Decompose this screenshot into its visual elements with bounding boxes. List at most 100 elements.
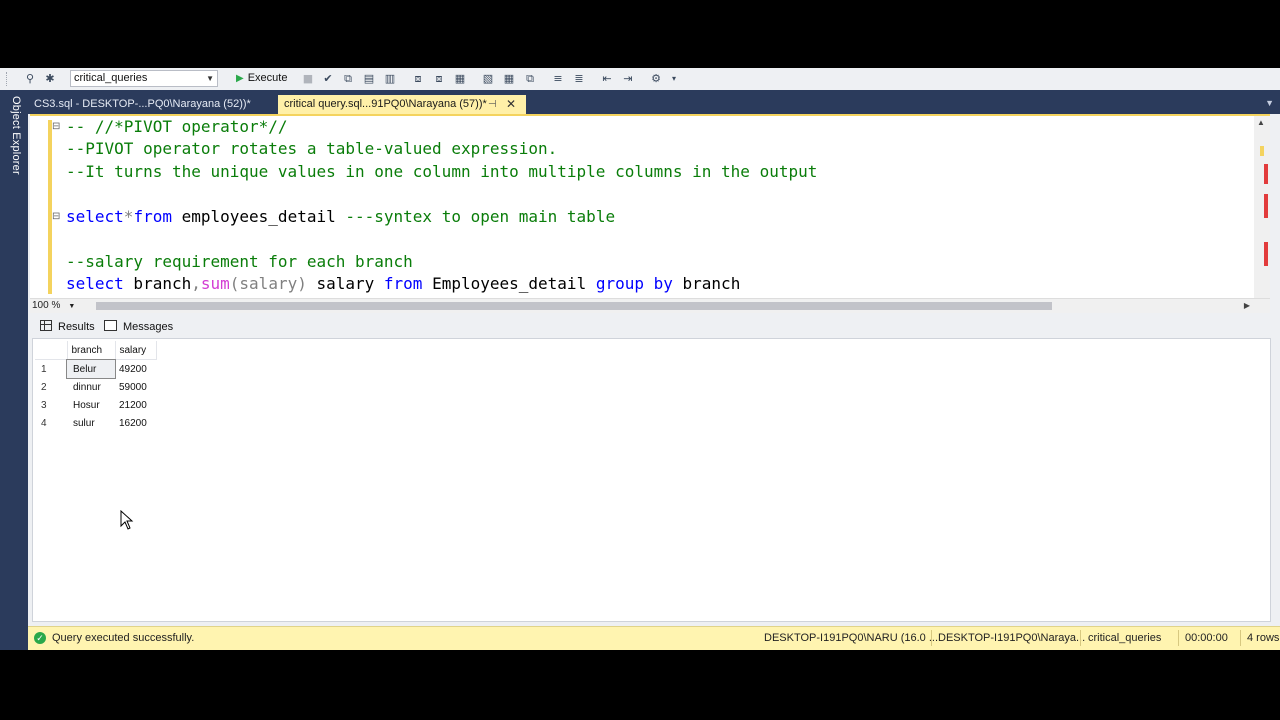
results-tab-bar: Results Messages xyxy=(30,314,1270,338)
cell-branch[interactable]: Hosur xyxy=(67,396,115,414)
ssms-window: ⚲ ✱ critical_queries ▼ ▶ Execute ■ ✔ ⧉ ▤ … xyxy=(0,68,1280,650)
query-options-icon[interactable]: ▤ xyxy=(361,71,377,87)
error-marker xyxy=(1264,164,1268,184)
database-dropdown-value: critical_queries xyxy=(74,72,148,84)
intellisense-icon[interactable]: ▥ xyxy=(382,71,398,87)
play-icon: ▶ xyxy=(236,73,244,84)
vertical-scrollbar[interactable]: ▲ xyxy=(1254,116,1270,298)
tab-label: critical query.sql...91PQ0\Narayana (57)… xyxy=(284,98,487,110)
toolbar-grip[interactable] xyxy=(6,72,11,86)
success-check-icon: ✓ xyxy=(34,632,46,644)
inline-comment: ---syntex to open main table xyxy=(345,207,616,226)
zoom-dropdown[interactable]: 100 % ▼ xyxy=(30,299,90,313)
argument-salary: (salary) xyxy=(229,274,307,293)
toolbar-overflow-icon[interactable]: ▾ xyxy=(666,71,682,87)
editor-zoom-bar: 100 % ▼ ▶ xyxy=(30,298,1270,313)
specify-values-icon[interactable]: ⚙ xyxy=(648,71,664,87)
code-line-1[interactable]: -- //*PIVOT operator*// xyxy=(66,116,288,138)
alias-salary: salary xyxy=(306,274,384,293)
results-to-grid-icon[interactable]: ▦ xyxy=(501,71,517,87)
tab-critical-query-sql[interactable]: critical query.sql...91PQ0\Narayana (57)… xyxy=(278,95,526,114)
code-line-5[interactable]: select*from employees_detail ---syntex t… xyxy=(66,206,615,228)
query-editor[interactable]: ⊟ ⊟ -- //*PIVOT operator*// --PIVOT oper… xyxy=(30,114,1270,300)
identifier-branch: branch xyxy=(123,274,192,293)
status-divider xyxy=(931,630,932,646)
chevron-down-icon[interactable]: ▼ xyxy=(1265,98,1274,108)
code-line-8[interactable]: select branch,sum(salary) salary from Em… xyxy=(66,273,740,295)
parse-checkmark-icon[interactable]: ✔ xyxy=(320,71,336,87)
row-number[interactable]: 1 xyxy=(35,360,67,379)
change-marker xyxy=(1260,146,1264,156)
messages-icon xyxy=(104,320,117,331)
keyword-group-by: group by xyxy=(595,274,673,293)
comment-lines-icon[interactable]: ≡ xyxy=(550,71,566,87)
horizontal-scroll-thumb[interactable] xyxy=(96,302,1052,310)
live-stats-icon[interactable]: ⧈ xyxy=(431,71,447,87)
tab-cs3-sql[interactable]: CS3.sql - DESKTOP-...PQ0\Narayana (52))* xyxy=(28,95,257,114)
change-tracking-bar xyxy=(48,120,52,294)
error-marker xyxy=(1264,242,1268,266)
cell-branch[interactable]: sulur xyxy=(67,414,115,432)
table-row[interactable]: 1 Belur 49200 xyxy=(35,358,156,379)
estimated-plan-icon[interactable]: ⧉ xyxy=(340,71,356,87)
database-dropdown[interactable]: critical_queries ▼ xyxy=(70,70,218,87)
table-row[interactable]: 3 Hosur 21200 xyxy=(35,396,156,414)
tab-messages[interactable]: Messages xyxy=(98,318,179,336)
code-line-7[interactable]: --salary requirement for each branch xyxy=(66,251,413,273)
pin-icon[interactable]: ⊣ xyxy=(488,95,497,114)
cell-branch[interactable]: Belur xyxy=(66,358,116,379)
chevron-down-icon: ▼ xyxy=(206,74,214,83)
stop-icon[interactable]: ■ xyxy=(300,71,316,87)
wrench-icon[interactable]: ⚲ xyxy=(22,71,38,87)
results-to-file-icon[interactable]: ⧉ xyxy=(522,71,538,87)
client-stats-icon[interactable]: ▦ xyxy=(452,71,468,87)
zoom-value: 100 % xyxy=(32,300,61,311)
identifier-table: employees_detail xyxy=(171,207,346,226)
cell-salary[interactable]: 16200 xyxy=(115,414,156,432)
status-database: critical_queries xyxy=(1088,632,1162,644)
object-explorer-sidebar[interactable]: Object Explorer xyxy=(0,90,28,650)
status-divider xyxy=(1178,630,1179,646)
collapse-icon[interactable]: ⊟ xyxy=(52,211,60,222)
uncomment-lines-icon[interactable]: ≣ xyxy=(571,71,587,87)
error-marker xyxy=(1264,194,1268,218)
actual-plan-icon[interactable]: ⧈ xyxy=(410,71,426,87)
table-row[interactable]: 2 dinnur 59000 xyxy=(35,378,156,396)
code-line-2[interactable]: --PIVOT operator rotates a table-valued … xyxy=(66,138,557,160)
column-header-branch[interactable]: branch xyxy=(67,341,116,360)
row-number[interactable]: 2 xyxy=(35,378,67,396)
close-icon[interactable]: ✕ xyxy=(506,95,516,114)
object-explorer-label[interactable]: Object Explorer xyxy=(6,96,22,175)
cell-branch[interactable]: dinnur xyxy=(67,378,115,396)
operator-star: * xyxy=(123,207,134,226)
connect-icon[interactable]: ✱ xyxy=(42,71,58,87)
identifier-table: Employees_detail xyxy=(422,274,596,293)
execute-button[interactable]: ▶ Execute xyxy=(232,70,291,87)
row-number-header[interactable] xyxy=(35,341,68,360)
scroll-up-icon[interactable]: ▲ xyxy=(1257,118,1265,127)
scroll-right-icon[interactable]: ▶ xyxy=(1244,299,1250,313)
status-elapsed-time: 00:00:00 xyxy=(1185,632,1228,644)
results-grid[interactable]: branch salary 1 Belur 49200 2 dinnur 590… xyxy=(32,338,1271,622)
header-row: branch salary xyxy=(35,341,157,360)
row-number[interactable]: 3 xyxy=(35,396,67,414)
keyword-select: select xyxy=(66,274,124,293)
column-header-salary[interactable]: salary xyxy=(115,341,157,360)
collapse-icon[interactable]: ⊟ xyxy=(52,121,60,132)
execute-label: Execute xyxy=(247,72,288,84)
tab-results[interactable]: Results xyxy=(34,318,101,336)
code-line-3[interactable]: --It turns the unique values in one colu… xyxy=(66,161,817,183)
results-to-text-icon[interactable]: ▧ xyxy=(480,71,496,87)
keyword-from: from xyxy=(133,207,172,226)
cell-salary[interactable]: 49200 xyxy=(115,360,156,379)
increase-indent-icon[interactable]: ⇥ xyxy=(620,71,636,87)
keyword-select: select xyxy=(66,207,124,226)
grid-icon xyxy=(40,320,52,331)
status-user: DESKTOP-I191PQ0\Naraya... xyxy=(938,632,1086,644)
table-row[interactable]: 4 sulur 16200 xyxy=(35,414,156,432)
results-table: branch salary 1 Belur 49200 2 dinnur 590… xyxy=(35,341,157,432)
cell-salary[interactable]: 59000 xyxy=(115,378,156,396)
cell-salary[interactable]: 21200 xyxy=(115,396,156,414)
row-number[interactable]: 4 xyxy=(35,414,67,432)
decrease-indent-icon[interactable]: ⇤ xyxy=(599,71,615,87)
